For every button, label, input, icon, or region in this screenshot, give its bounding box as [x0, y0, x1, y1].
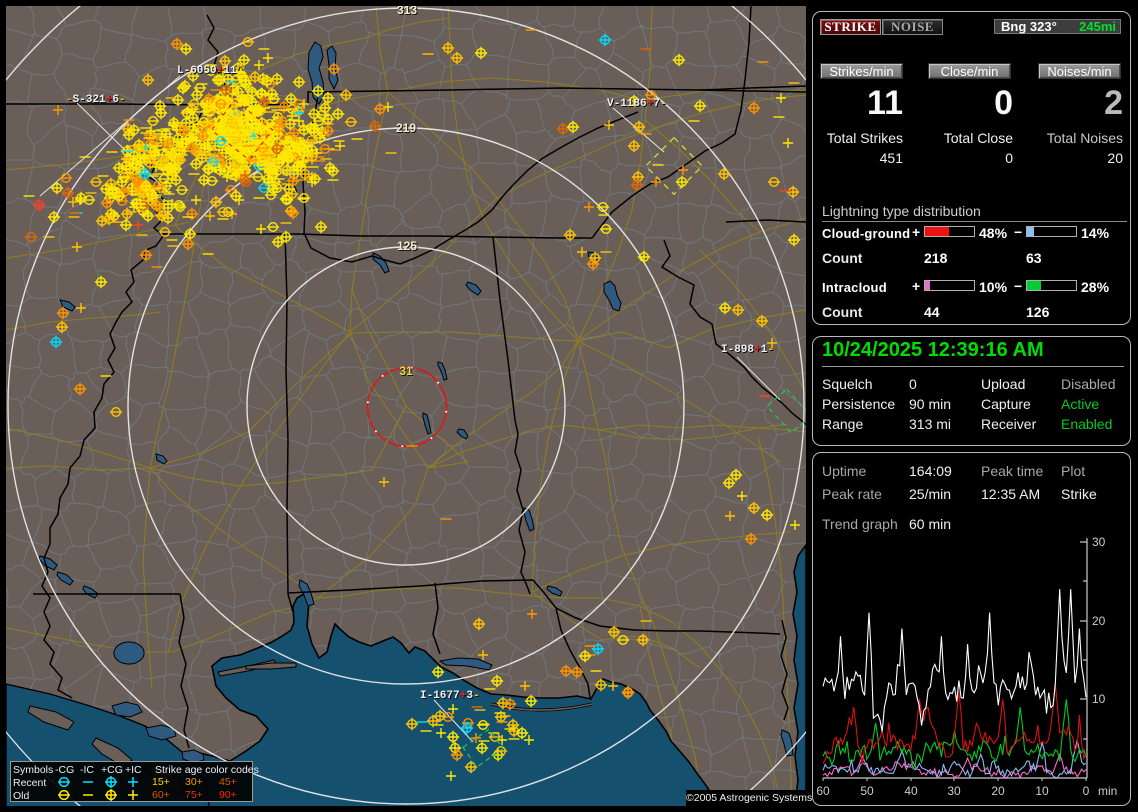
svg-text:219: 219: [396, 121, 416, 135]
svg-text:40: 40: [904, 784, 918, 798]
svg-text:11: 11: [223, 65, 237, 77]
svg-text:min: min: [1098, 784, 1117, 798]
svg-text:-: -: [66, 94, 73, 106]
svg-text:S-321: S-321: [73, 94, 106, 106]
svg-text:6: 6: [112, 94, 119, 106]
svg-text:10: 10: [1035, 784, 1049, 798]
svg-text:20: 20: [1092, 614, 1106, 628]
svg-text:313: 313: [397, 6, 417, 17]
svg-text:50: 50: [860, 784, 874, 798]
svg-text:10: 10: [1092, 692, 1106, 706]
svg-text:I-1677: I-1677: [420, 690, 460, 702]
svg-text:125: 125: [397, 239, 417, 253]
svg-text:-: -: [767, 344, 774, 356]
svg-text:-: -: [473, 690, 480, 702]
svg-text:I-898: I-898: [721, 344, 754, 356]
svg-text:L-6050: L-6050: [177, 65, 217, 77]
svg-text:20: 20: [991, 784, 1005, 798]
svg-text:-: -: [660, 98, 667, 110]
svg-text:30: 30: [947, 784, 961, 798]
svg-text:60: 60: [816, 784, 830, 798]
svg-text:31: 31: [399, 364, 413, 378]
svg-text:^: ^: [237, 65, 244, 77]
svg-text:V-1186: V-1186: [607, 98, 647, 110]
svg-text:30: 30: [1092, 535, 1106, 549]
svg-text:0: 0: [1083, 784, 1090, 798]
svg-text:7: 7: [653, 98, 660, 110]
svg-text:-: -: [119, 94, 126, 106]
